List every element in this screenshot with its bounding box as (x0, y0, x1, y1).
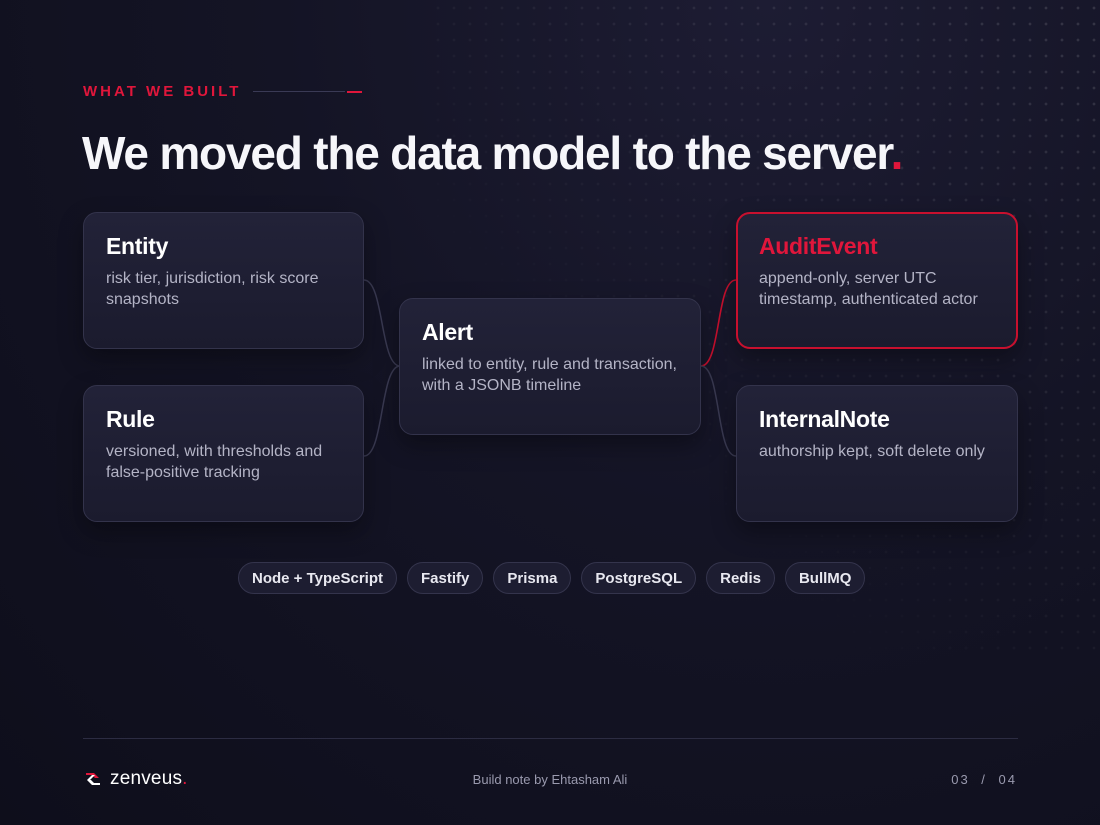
model-description: linked to entity, rule and transaction, … (422, 356, 677, 394)
page-title: We moved the data model to the server. (82, 126, 904, 180)
model-card-alert: Alert linked to entity, rule and transac… (399, 298, 701, 435)
model-name: Entity (106, 233, 169, 259)
tech-chip: Prisma (493, 562, 572, 594)
link-alert-auditevent (700, 279, 737, 367)
model-description: authorship kept, soft delete only (759, 443, 985, 460)
page-title-dot: . (890, 127, 904, 179)
footer-divider (83, 738, 1018, 739)
tech-chip: Node + TypeScript (238, 562, 398, 594)
tech-chip: PostgreSQL (581, 562, 697, 594)
model-description: versioned, with thresholds and false-pos… (106, 443, 323, 481)
eyebrow-label: WHAT WE BUILT (83, 83, 242, 100)
link-entity-alert (363, 279, 401, 367)
model-card-rule: Rule versioned, with thresholds and fals… (83, 385, 364, 522)
page-title-text: We moved the data model to the server (82, 127, 892, 179)
eyebrow-accent-dash (347, 90, 363, 93)
model-card-auditevent: AuditEvent append-only, server UTC times… (736, 212, 1018, 349)
model-card-internalnote: InternalNote authorship kept, soft delet… (736, 385, 1018, 522)
model-card-entity: Entity risk tier, jurisdiction, risk sco… (83, 212, 364, 349)
model-name: AuditEvent (759, 233, 878, 259)
tech-chip: Redis (706, 562, 775, 594)
tech-chip: BullMQ (784, 562, 866, 594)
tech-chip: Fastify (407, 562, 484, 594)
byline: Build note by Ehtasham Ali (472, 772, 628, 787)
model-description: risk tier, jurisdiction, risk score snap… (106, 270, 319, 308)
link-alert-internalnote (700, 365, 737, 457)
eyebrow-rule (253, 91, 346, 92)
link-rule-alert (363, 365, 401, 457)
model-name: Alert (422, 319, 473, 345)
model-name: Rule (106, 406, 155, 432)
tech-stack: Node + TypeScript Fastify Prisma Postgre… (238, 562, 866, 594)
page-indicator: 03 / 04 (951, 772, 1017, 787)
eyebrow: WHAT WE BUILT (83, 83, 363, 100)
model-name: InternalNote (759, 406, 890, 432)
model-description: append-only, server UTC timestamp, authe… (759, 270, 978, 308)
